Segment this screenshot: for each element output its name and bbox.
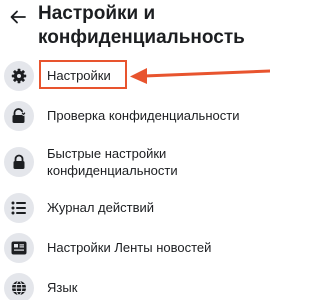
- arrow-left-icon: [10, 10, 26, 24]
- menu-item-label: Настройки: [47, 68, 111, 83]
- menu-item-news-feed-settings[interactable]: Настройки Ленты новостей: [0, 228, 276, 268]
- back-button[interactable]: [6, 4, 30, 30]
- lock-heart-icon: [4, 101, 34, 131]
- list-icon: [4, 193, 34, 223]
- page-title: Настройки и конфиденциальность: [38, 3, 245, 48]
- menu-item-activity-log[interactable]: Журнал действий: [0, 188, 276, 228]
- menu-item-label: Настройки Ленты новостей: [47, 240, 212, 255]
- menu-item-label: Язык: [47, 280, 78, 295]
- menu-item-label: Быстрые настройки конфиденциальности: [47, 146, 178, 178]
- globe-icon: [4, 273, 34, 300]
- menu-item-privacy-shortcuts[interactable]: Быстрые настройки конфиденциальности: [0, 136, 276, 188]
- menu-item-language[interactable]: Язык: [0, 268, 276, 300]
- menu-item-label: Журнал действий: [47, 200, 155, 215]
- lock-icon: [4, 147, 34, 177]
- settings-privacy-screen: Настройки и конфиденциальность Настройки…: [0, 0, 276, 300]
- news-feed-icon: [4, 233, 34, 263]
- menu-item-settings[interactable]: Настройки: [0, 56, 276, 96]
- settings-menu: Настройки Проверка конфиденциальности Бы…: [0, 56, 276, 300]
- menu-item-label: Проверка конфиденциальности: [47, 108, 240, 123]
- menu-item-privacy-checkup[interactable]: Проверка конфиденциальности: [0, 96, 276, 136]
- gear-icon: [4, 61, 34, 91]
